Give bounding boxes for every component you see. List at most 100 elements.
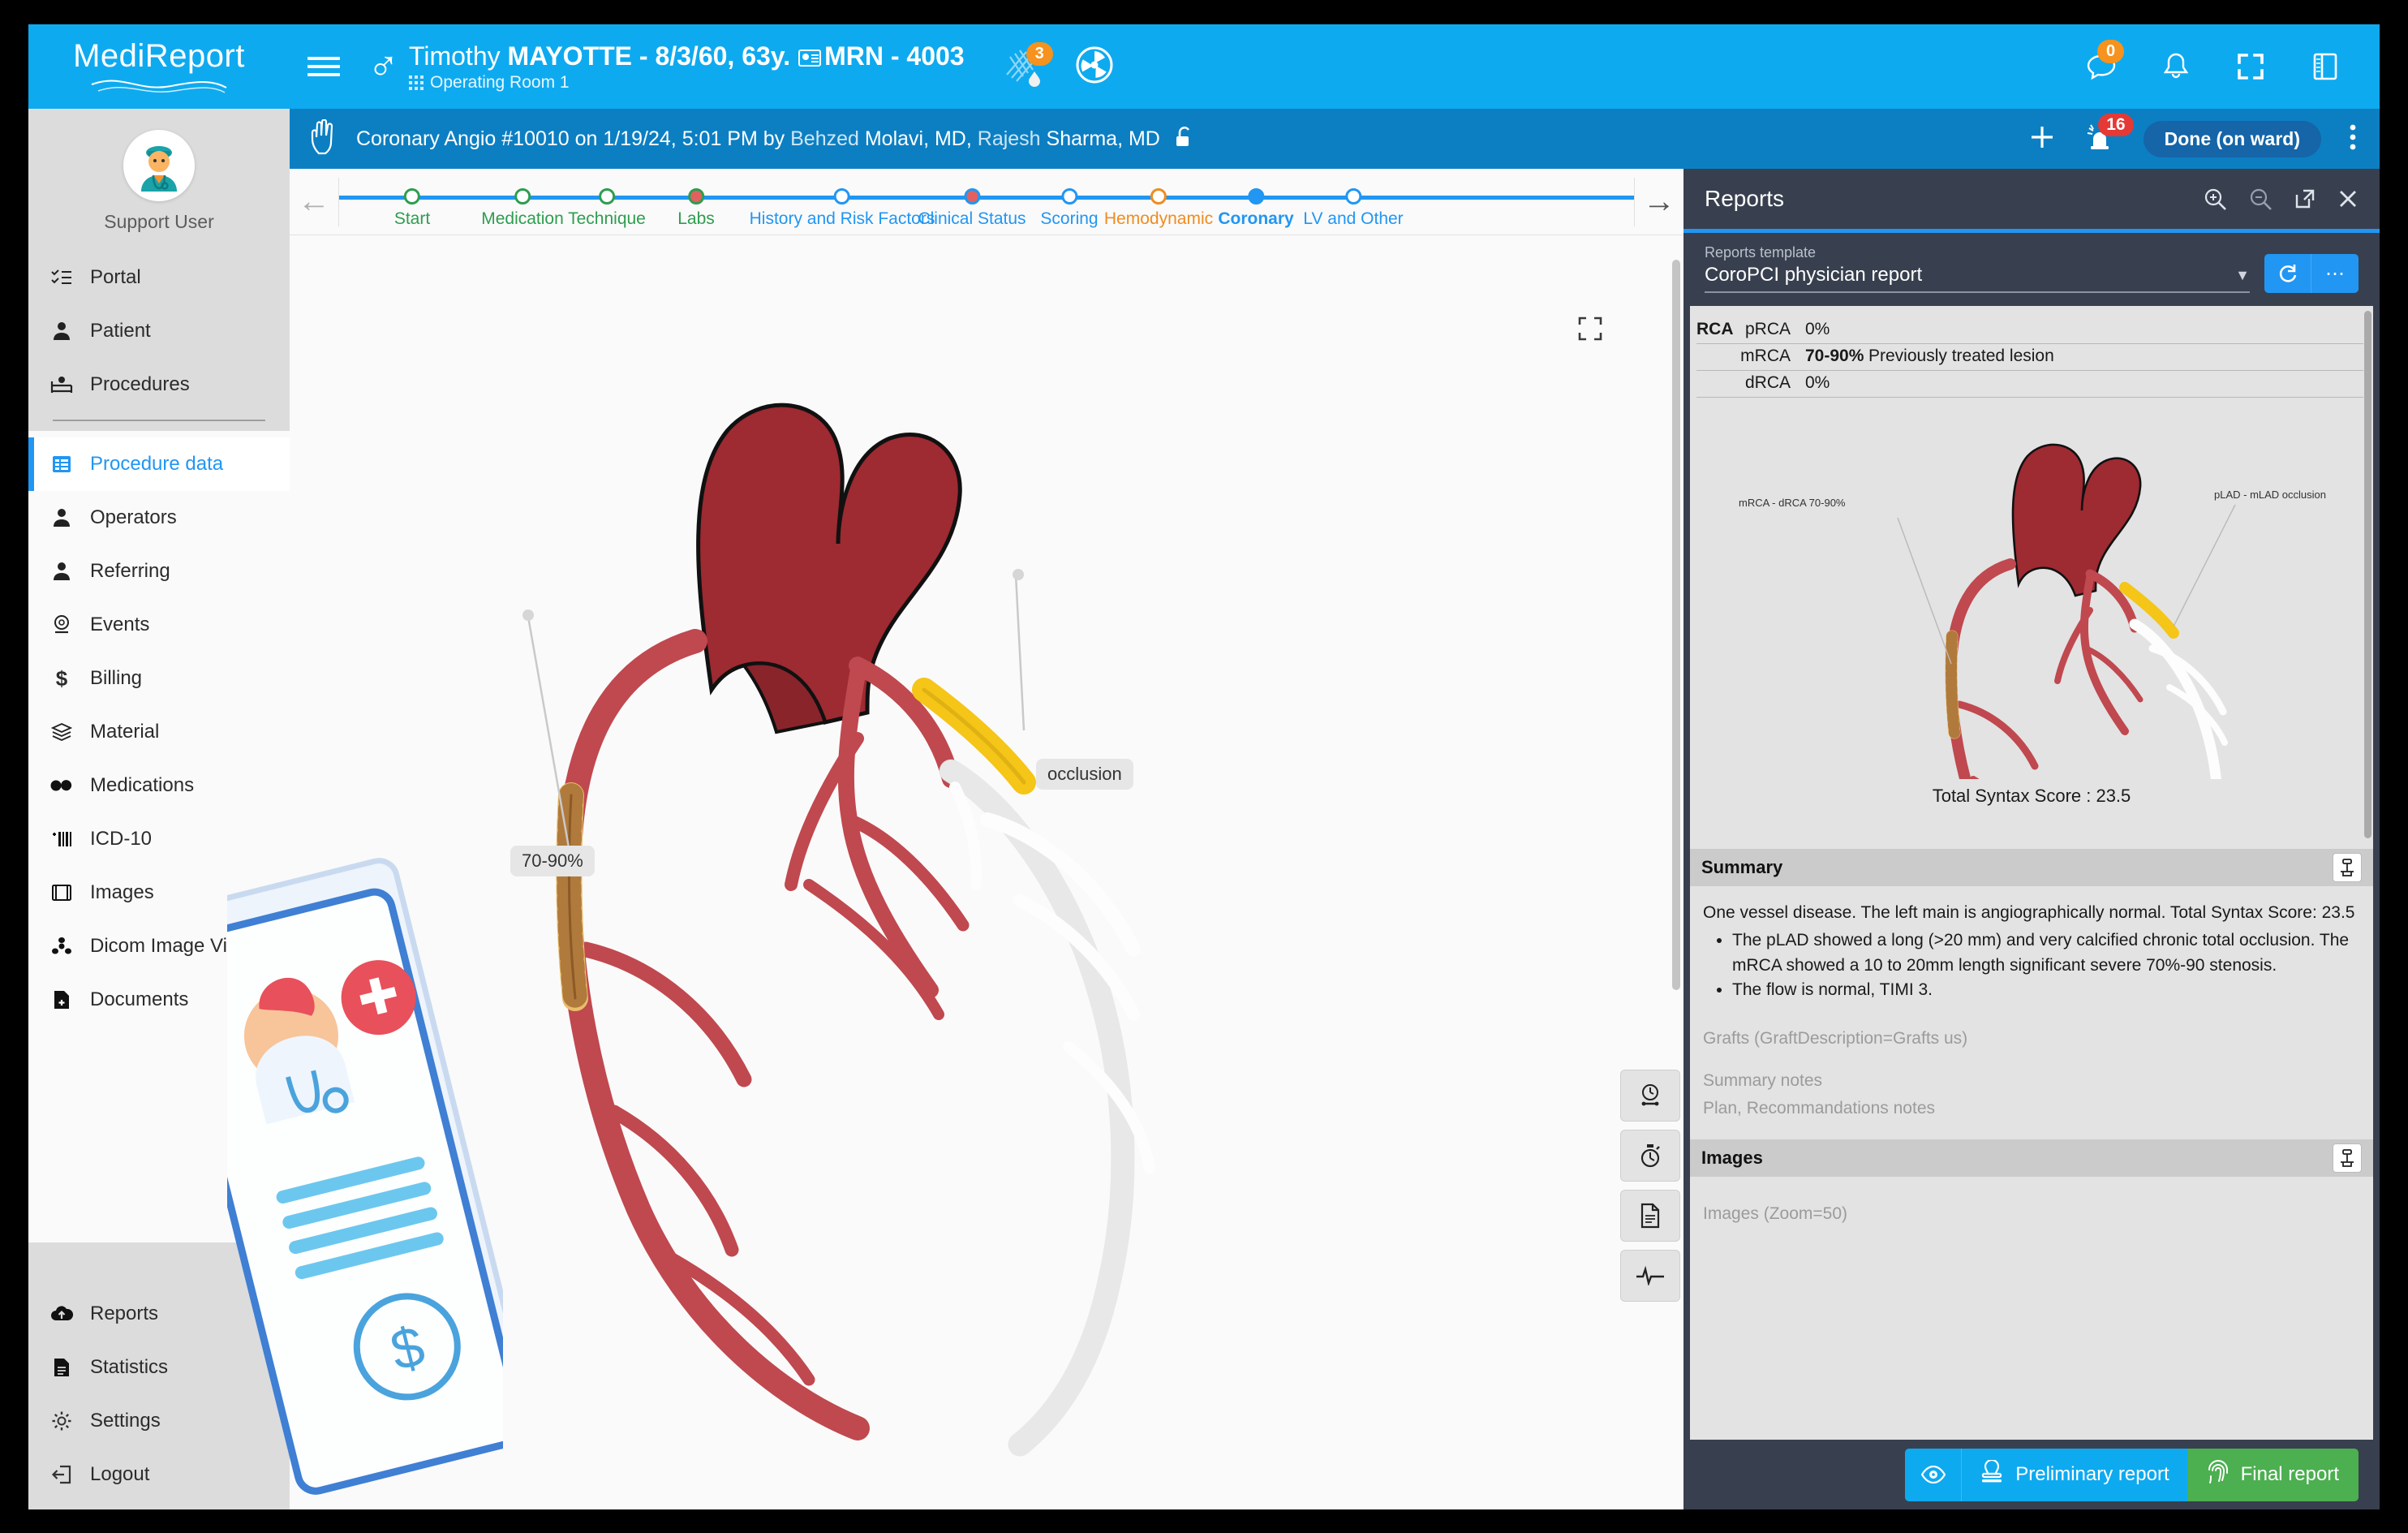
- table-row: RCA pRCA 0%: [1696, 317, 2363, 344]
- expand-icon[interactable]: [1578, 317, 1602, 341]
- stepper-next-button[interactable]: →: [1635, 183, 1683, 220]
- app-logo-text: MediReport: [73, 37, 245, 74]
- chat-badge: 0: [2097, 40, 2125, 63]
- top-bar: MediReport ♂ Timothy MAYOTTE - 8/3/60, 6…: [28, 24, 2380, 109]
- diagram-tool-palette: [1620, 1070, 1683, 1310]
- step-marker-icon: [687, 187, 704, 205]
- sidebar-user-name: Support User: [104, 211, 214, 232]
- stepper-step-lv-and-other[interactable]: LV and Other: [1303, 169, 1404, 229]
- logo-swoosh-icon: [91, 80, 227, 93]
- stepper-prev-button[interactable]: ←: [290, 183, 338, 220]
- menu-toggle-button[interactable]: [307, 52, 340, 81]
- app-logo[interactable]: MediReport: [28, 38, 290, 96]
- sidebar-item-medications[interactable]: Medications: [28, 759, 290, 812]
- sidebar-item-label: ICD-10: [90, 828, 153, 850]
- radiation-icon[interactable]: [1075, 45, 1114, 88]
- sidebar-item-material[interactable]: Material: [28, 705, 290, 759]
- annotation-rca-stenosis[interactable]: 70-90%: [510, 846, 595, 876]
- sidebar-item-referring[interactable]: Referring: [28, 545, 290, 598]
- id-card-icon: [798, 49, 822, 67]
- stepper-step-history-and-risk-factors[interactable]: History and Risk Factors: [750, 169, 935, 229]
- stepper-step-scoring[interactable]: Scoring: [1040, 169, 1099, 229]
- sidebar-item-events[interactable]: Events: [28, 598, 290, 652]
- final-report-button[interactable]: Final report: [2187, 1448, 2359, 1501]
- step-marker-icon: [403, 187, 420, 205]
- patient-summary[interactable]: ♂ Timothy MAYOTTE - 8/3/60, 63y. MRN - 40…: [368, 41, 965, 93]
- stepper-step-medication[interactable]: Medication: [481, 169, 564, 229]
- canvas-scrollbar[interactable]: [1672, 260, 1680, 990]
- plus-icon[interactable]: [2028, 123, 2056, 155]
- template-dropdown[interactable]: CoroPCI physician report ▼: [1705, 264, 2250, 293]
- document-add-icon: [49, 989, 74, 1010]
- vessel-group-label: RCA: [1696, 320, 1734, 338]
- stepper-step-coronary[interactable]: Coronary: [1218, 169, 1294, 229]
- total-syntax-score: Total Syntax Score : 23.5: [1932, 786, 2131, 806]
- cloud-upload-icon: [49, 1305, 74, 1323]
- sidebar-item-label: Medications: [90, 774, 195, 796]
- zoom-out-icon[interactable]: [2248, 187, 2273, 211]
- sidebar-item-portal[interactable]: Portal: [28, 251, 290, 304]
- kebab-menu-icon[interactable]: [2349, 123, 2357, 155]
- report-preview-document[interactable]: RCA pRCA 0% mRCA 70-90% Previously treat…: [1690, 306, 2373, 1440]
- sidebar-divider: [53, 420, 265, 421]
- copy-icon[interactable]: [2333, 853, 2362, 882]
- dollar-icon: $: [55, 665, 68, 691]
- stepper-step-start[interactable]: Start: [394, 169, 430, 229]
- status-badge[interactable]: Done (on ward): [2143, 120, 2321, 157]
- close-icon[interactable]: [2337, 188, 2359, 209]
- sidebar-item-procedure-data[interactable]: Procedure data: [28, 437, 290, 491]
- segment-label: dRCA: [1744, 373, 1791, 392]
- icd-code-icon: [49, 829, 74, 849]
- header-indicator-icons: 3: [1002, 42, 1114, 89]
- stepper-step-hemodynamic[interactable]: Hemodynamic: [1104, 169, 1213, 229]
- procedure-title: Coronary Angio #10010 on 1/19/24, 5:01 P…: [356, 127, 791, 150]
- fullscreen-icon[interactable]: [2232, 48, 2269, 85]
- open-external-icon[interactable]: [2294, 187, 2316, 210]
- sidebar-item-procedures[interactable]: Procedures: [28, 358, 290, 411]
- sidebar-item-label: Statistics: [90, 1356, 169, 1378]
- stepper-step-clinical-status[interactable]: Clinical Status: [918, 169, 1026, 229]
- top-bar-actions: 0: [2083, 40, 2380, 85]
- procedure-header-bar: Coronary Angio #10010 on 1/19/24, 5:01 P…: [290, 109, 2380, 169]
- ellipsis-icon[interactable]: ⋯: [2311, 254, 2359, 293]
- bell-icon[interactable]: [2157, 48, 2195, 85]
- chat-icon[interactable]: 0: [2083, 40, 2125, 85]
- ecg-waveform-icon[interactable]: [1620, 1250, 1680, 1302]
- summary-body[interactable]: One vessel disease. The left main is ang…: [1690, 886, 2373, 1008]
- pressure-gauge-icon[interactable]: [1620, 1070, 1680, 1122]
- sidebar-item-operators[interactable]: Operators: [28, 491, 290, 545]
- room-grid-icon: [409, 75, 424, 90]
- zoom-in-icon[interactable]: [2203, 187, 2227, 211]
- stepper-step-labs[interactable]: Labs: [677, 169, 715, 229]
- stopwatch-icon[interactable]: [1620, 1130, 1680, 1182]
- report-coronary-svg: [1897, 443, 2236, 877]
- book-panel-icon[interactable]: [2307, 48, 2344, 85]
- sidebar-item-patient[interactable]: Patient: [28, 304, 290, 358]
- sidebar-user-block[interactable]: Support User: [28, 109, 290, 233]
- copy-icon[interactable]: [2333, 1143, 2362, 1173]
- lesion-note: Previously treated lesion: [1868, 347, 2054, 365]
- contrast-volume-icon[interactable]: 3: [1002, 42, 1053, 89]
- alarm-badge: 16: [2098, 113, 2134, 136]
- unlock-icon[interactable]: [1175, 126, 1194, 153]
- sidebar-item-label: Patient: [90, 320, 151, 342]
- workflow-stepper: ← Start Medication Technique Labs History an…: [290, 169, 1683, 235]
- refresh-icon[interactable]: [2264, 254, 2311, 293]
- annotation-lad-occlusion[interactable]: occlusion: [1036, 759, 1133, 790]
- sidebar-item-label: Events: [90, 614, 150, 635]
- alarm-icon[interactable]: 16: [2083, 113, 2134, 155]
- patient-first-name: Timothy: [409, 41, 508, 71]
- film-icon: [49, 884, 74, 902]
- sidebar-item-billing[interactable]: $ Billing: [28, 652, 290, 705]
- images-section-header: Images: [1690, 1139, 2373, 1177]
- eye-icon[interactable]: [1905, 1448, 1963, 1501]
- preliminary-report-button[interactable]: Preliminary report: [1962, 1448, 2187, 1501]
- list-check-icon: [49, 269, 74, 286]
- stepper-step-label: Start: [393, 209, 431, 228]
- sidebar-item-label: Material: [90, 721, 160, 743]
- stepper-step-label: History and Risk Factors: [749, 209, 935, 228]
- stepper-step-label: Hemodynamic: [1103, 209, 1214, 228]
- document-icon[interactable]: [1620, 1190, 1680, 1242]
- step-marker-icon: [1247, 187, 1264, 205]
- stepper-step-technique[interactable]: Technique: [568, 169, 646, 229]
